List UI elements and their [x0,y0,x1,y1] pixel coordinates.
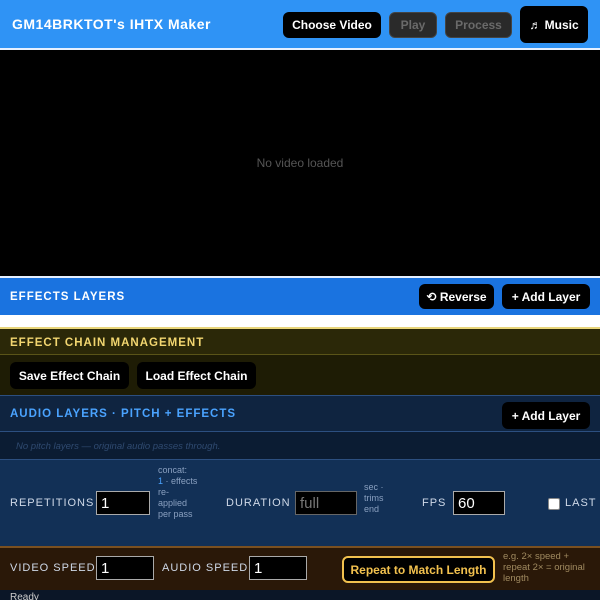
status-bar: Ready [0,590,600,600]
effect-chain-title: EFFECT CHAIN MANAGEMENT [10,337,205,349]
video-speed-label: VIDEO SPEED [10,562,96,574]
effect-chain-body: Save Effect Chain Load Effect Chain [0,355,600,395]
effects-layers-bar: EFFECTS LAYERS ⟲ Reverse + Add Layer [0,278,600,315]
save-effect-chain-button[interactable]: Save Effect Chain [10,362,129,389]
app-header: GM14BRKTOT's IHTX Maker Choose Video Pla… [0,0,600,48]
app-title: GM14BRKTOT's IHTX Maker [12,16,211,32]
audio-layers-title: AUDIO LAYERS · PITCH + EFFECTS [10,408,237,420]
video-speed-input[interactable]: 1 [96,556,154,580]
add-audio-layer-button[interactable]: + Add Layer [502,402,590,429]
play-button[interactable]: Play [389,12,437,38]
speed-row: VIDEO SPEED 1 AUDIO SPEED 1 Repeat to Ma… [0,546,600,590]
load-effect-chain-button[interactable]: Load Effect Chain [137,362,256,389]
audio-layers-list: No pitch layers — original audio passes … [0,432,600,460]
audio-layers-bar: AUDIO LAYERS · PITCH + EFFECTS + Add Lay… [0,395,600,432]
duration-note: sec · trims end [364,482,384,514]
repetitions-note: concat: 1 · effects re-applied per pass [158,465,198,520]
repetitions-label: REPETITIONS [10,497,95,509]
last-frame-checkbox[interactable] [548,498,560,510]
repeat-to-match-length-button[interactable]: Repeat to Match Length [342,556,495,583]
render-settings-row: REPETITIONS 1 concat: 1 · effects re-app… [0,460,600,546]
status-text: Ready [10,592,39,600]
repetitions-input[interactable]: 1 [96,491,150,515]
video-empty-message: No video loaded [256,156,344,170]
audio-layers-empty-hint: No pitch layers — original audio passes … [16,441,221,452]
repetitions-note-prefix: concat: [158,465,188,475]
repetitions-note-suffix: · effects re-applied per pass [158,476,198,519]
audio-speed-label: AUDIO SPEED [162,562,249,574]
audio-speed-input[interactable]: 1 [249,556,307,580]
reverse-button[interactable]: ⟲ Reverse [419,284,494,309]
duration-label: DURATION [226,497,291,509]
speed-note: e.g. 2× speed + repeat 2× = original len… [503,551,585,584]
last-frame-label: LAST F [565,497,600,509]
choose-video-button[interactable]: Choose Video [283,12,381,38]
app-root: GM14BRKTOT's IHTX Maker Choose Video Pla… [0,0,600,600]
effects-layers-list [0,315,600,327]
effects-layers-title: EFFECTS LAYERS [10,291,126,303]
effect-chain-header: EFFECT CHAIN MANAGEMENT [0,327,600,355]
duration-input[interactable]: full [295,491,357,515]
music-button[interactable]: ♬ Music [520,6,588,43]
video-preview: No video loaded [0,50,600,276]
fps-input[interactable]: 60 [453,491,505,515]
add-effect-layer-button[interactable]: + Add Layer [502,284,590,309]
fps-label: FPS [422,497,447,509]
process-button[interactable]: Process [445,12,512,38]
repetitions-note-count: 1 [158,476,164,486]
